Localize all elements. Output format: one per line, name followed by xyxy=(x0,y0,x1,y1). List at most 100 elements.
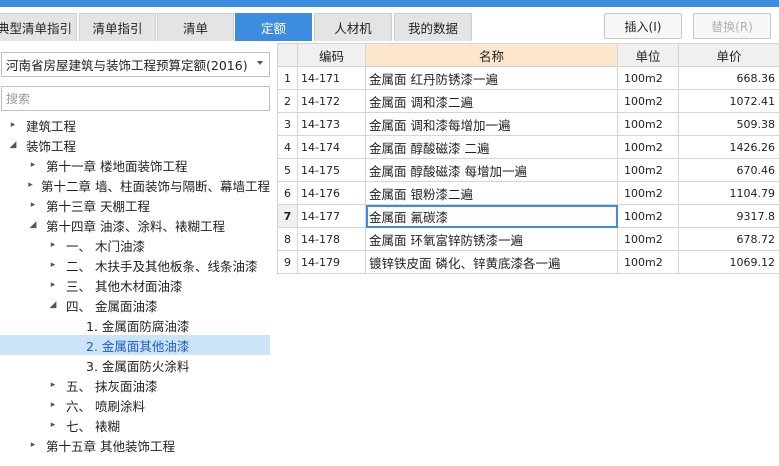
tab-labor-material-machine[interactable]: 人材机 xyxy=(314,13,392,41)
chevron-down-icon xyxy=(257,61,263,65)
tree-item[interactable]: ◢ 装饰工程 xyxy=(0,135,270,155)
tree-item[interactable]: ▸ 三、 其他木材面油漆 xyxy=(0,275,270,295)
cell-code[interactable]: 14-174 xyxy=(297,135,366,159)
tree-item[interactable]: ▸ 五、 抹灰面油漆 xyxy=(0,375,270,395)
table-row[interactable]: 9 14-179 镀锌铁皮面 磷化、锌黄底漆各一遍 100m2 1069.12 xyxy=(277,250,779,274)
chevron-right-icon[interactable]: ▸ xyxy=(48,240,58,250)
cell-code[interactable]: 14-176 xyxy=(297,181,366,205)
tree-item[interactable]: ▸ 六、 喷刷涂料 xyxy=(0,395,270,415)
cell-price[interactable]: 1104.79 xyxy=(678,181,779,205)
chevron-right-icon[interactable]: ▸ xyxy=(28,180,33,190)
cell-price[interactable]: 678.72 xyxy=(678,227,779,251)
cell-unit[interactable]: 100m2 xyxy=(617,181,679,205)
table-row[interactable]: 1 14-171 金属面 红丹防锈漆一遍 100m2 668.36 xyxy=(277,66,779,90)
cell-unit[interactable]: 100m2 xyxy=(617,158,679,182)
cell-name-focused[interactable]: 金属面 氟碳漆 xyxy=(365,204,618,228)
cell-code[interactable]: 14-175 xyxy=(297,158,366,182)
tree-item-label: 第十五章 其他装饰工程 xyxy=(46,438,175,454)
row-number: 2 xyxy=(277,89,298,113)
tree-item[interactable]: ▸ 建筑工程 xyxy=(0,115,270,135)
tab-my-data[interactable]: 我的数据 xyxy=(394,13,472,41)
column-header-index xyxy=(277,43,298,67)
cell-code[interactable]: 14-172 xyxy=(297,89,366,113)
tree-item[interactable]: ◢ 第十四章 油漆、涂料、裱糊工程 xyxy=(0,215,270,235)
cell-name[interactable]: 金属面 调和漆二遍 xyxy=(365,89,618,113)
chevron-right-icon[interactable]: ▸ xyxy=(8,120,18,130)
cell-name[interactable]: 镀锌铁皮面 磷化、锌黄底漆各一遍 xyxy=(365,250,618,274)
tree-item-label: 五、 抹灰面油漆 xyxy=(66,378,158,394)
tree-item[interactable]: 3. 金属面防火涂料 xyxy=(0,355,270,375)
cell-name[interactable]: 金属面 红丹防锈漆一遍 xyxy=(365,66,618,90)
chevron-right-icon[interactable]: ▸ xyxy=(48,280,58,290)
tree-item[interactable]: ▸ 第十三章 天棚工程 xyxy=(0,195,270,215)
tree-item[interactable]: ▸ 七、 裱糊 xyxy=(0,415,270,435)
cell-unit[interactable]: 100m2 xyxy=(617,250,679,274)
search-input[interactable] xyxy=(1,86,270,111)
cell-name[interactable]: 金属面 调和漆每增加一遍 xyxy=(365,112,618,136)
chevron-down-icon[interactable]: ◢ xyxy=(8,140,18,150)
table-row[interactable]: 2 14-172 金属面 调和漆二遍 100m2 1072.41 xyxy=(277,89,779,113)
cell-price[interactable]: 668.36 xyxy=(678,66,779,90)
table-header-row: 编码 名称 单位 单价 xyxy=(277,43,779,67)
cell-price[interactable]: 509.38 xyxy=(678,112,779,136)
tab-list[interactable]: 清单 xyxy=(157,13,234,41)
cell-price[interactable]: 1426.26 xyxy=(678,135,779,159)
tree-item[interactable]: ▸ 二、 木扶手及其他板条、线条油漆 xyxy=(0,255,270,275)
cell-price[interactable]: 670.46 xyxy=(678,158,779,182)
tree-item[interactable]: ▸ 第十五章 其他装饰工程 xyxy=(0,435,270,455)
tree-item[interactable]: 1. 金属面防腐油漆 xyxy=(0,315,270,335)
tree-item[interactable]: ◢ 四、 金属面油漆 xyxy=(0,295,270,315)
cell-unit[interactable]: 100m2 xyxy=(617,66,679,90)
table-row[interactable]: 8 14-178 金属面 环氧富锌防锈漆一遍 100m2 678.72 xyxy=(277,227,779,251)
table-row-current[interactable]: 7 14-177 金属面 氟碳漆 100m2 9317.8 xyxy=(277,204,779,228)
tree-item[interactable]: ▸ 第十一章 楼地面装饰工程 xyxy=(0,155,270,175)
chevron-right-icon[interactable]: ▸ xyxy=(28,440,38,450)
cell-name[interactable]: 金属面 醇酸磁漆 二遍 xyxy=(365,135,618,159)
cell-unit[interactable]: 100m2 xyxy=(617,89,679,113)
table-row[interactable]: 6 14-176 金属面 银粉漆二遍 100m2 1104.79 xyxy=(277,181,779,205)
cell-code[interactable]: 14-177 xyxy=(297,204,366,228)
top-accent-bar xyxy=(0,0,779,7)
cell-name[interactable]: 金属面 银粉漆二遍 xyxy=(365,181,618,205)
chevron-right-icon[interactable]: ▸ xyxy=(48,260,58,270)
column-header-unit[interactable]: 单位 xyxy=(617,43,679,67)
tab-list-guide[interactable]: 清单指引 xyxy=(79,13,156,41)
tree-item-selected[interactable]: 2. 金属面其他油漆 xyxy=(0,335,270,355)
tree-item-label: 1. 金属面防腐油漆 xyxy=(86,318,190,334)
chevron-right-icon[interactable]: ▸ xyxy=(48,400,58,410)
cell-price[interactable]: 1072.41 xyxy=(678,89,779,113)
table-row[interactable]: 4 14-174 金属面 醇酸磁漆 二遍 100m2 1426.26 xyxy=(277,135,779,159)
cell-unit[interactable]: 100m2 xyxy=(617,112,679,136)
table-row[interactable]: 3 14-173 金属面 调和漆每增加一遍 100m2 509.38 xyxy=(277,112,779,136)
cell-price[interactable]: 9317.8 xyxy=(678,204,779,228)
column-header-name[interactable]: 名称 xyxy=(365,43,618,67)
chevron-right-icon[interactable]: ▸ xyxy=(48,380,58,390)
column-header-code[interactable]: 编码 xyxy=(297,43,366,67)
tree-item[interactable]: ▸ 第十二章 墙、柱面装饰与隔断、幕墙工程 xyxy=(0,175,270,195)
tree-item-label: 七、 裱糊 xyxy=(66,418,120,434)
chevron-right-icon[interactable]: ▸ xyxy=(28,160,38,170)
column-header-price[interactable]: 单价 xyxy=(678,43,779,67)
quota-library-select[interactable]: 河南省房屋建筑与装饰工程预算定额(2016) xyxy=(1,52,270,77)
cell-price[interactable]: 1069.12 xyxy=(678,250,779,274)
chevron-down-icon[interactable]: ◢ xyxy=(48,300,58,310)
cell-unit[interactable]: 100m2 xyxy=(617,204,679,228)
cell-code[interactable]: 14-179 xyxy=(297,250,366,274)
cell-unit[interactable]: 100m2 xyxy=(617,135,679,159)
chevron-right-icon[interactable]: ▸ xyxy=(48,420,58,430)
tree-item[interactable]: ▸ 一、 木门油漆 xyxy=(0,235,270,255)
chapter-tree: ▸ 建筑工程 ◢ 装饰工程 ▸ 第十一章 楼地面装饰工程 ▸ 第十二章 墙、柱面装饰与隔… xyxy=(0,114,272,466)
cell-code[interactable]: 14-173 xyxy=(297,112,366,136)
cell-code[interactable]: 14-178 xyxy=(297,227,366,251)
tab-typical-list-guide[interactable]: 典型清单指引 xyxy=(0,13,77,41)
insert-button[interactable]: 插入(I) xyxy=(604,13,682,39)
cell-name[interactable]: 金属面 环氧富锌防锈漆一遍 xyxy=(365,227,618,251)
replace-button[interactable]: 替换(R) xyxy=(693,13,771,39)
table-row[interactable]: 5 14-175 金属面 醇酸磁漆 每增加一遍 100m2 670.46 xyxy=(277,158,779,182)
cell-code[interactable]: 14-171 xyxy=(297,66,366,90)
cell-unit[interactable]: 100m2 xyxy=(617,227,679,251)
chevron-down-icon[interactable]: ◢ xyxy=(28,220,38,230)
cell-name[interactable]: 金属面 醇酸磁漆 每增加一遍 xyxy=(365,158,618,182)
tab-quota[interactable]: 定额 xyxy=(235,13,312,41)
chevron-right-icon[interactable]: ▸ xyxy=(28,200,38,210)
